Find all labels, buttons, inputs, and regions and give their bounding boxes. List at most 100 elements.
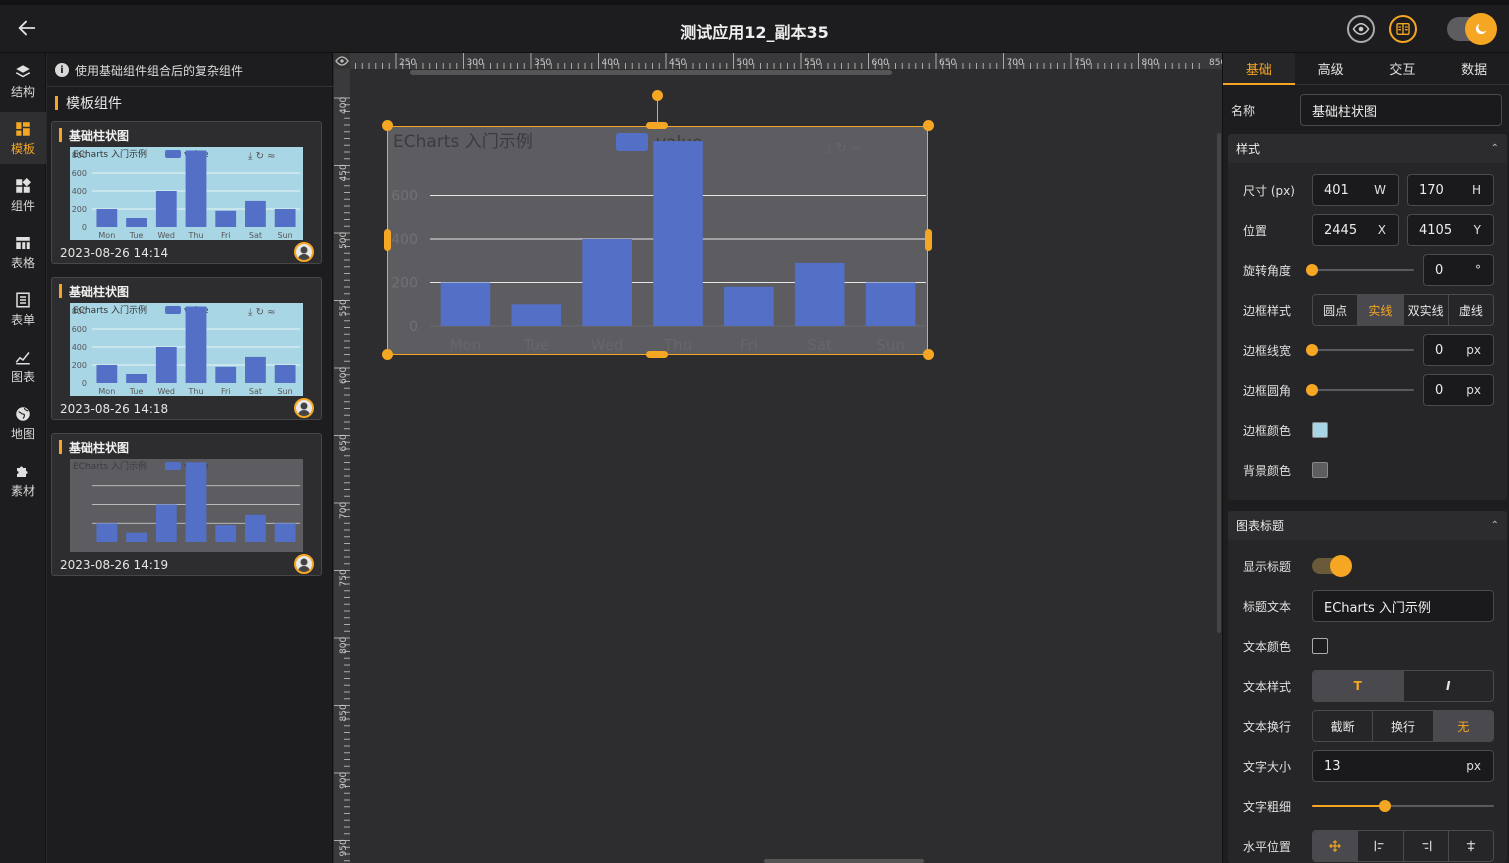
preview-eye-button[interactable] (1347, 15, 1375, 43)
align-middle-option[interactable] (1449, 831, 1493, 861)
vertical-scrollbar[interactable] (1217, 133, 1221, 633)
resize-handle-bl[interactable] (382, 349, 393, 360)
resize-handle-left[interactable] (384, 229, 391, 251)
layout-button[interactable] (1389, 15, 1417, 43)
ruler-corner[interactable] (334, 53, 350, 69)
selected-chart-component[interactable]: ECharts 入门示例value⤓ ↻ ≈0200400600MonTueWe… (387, 126, 928, 355)
size-label: 尺寸 (px) (1243, 183, 1295, 198)
font-weight-slider[interactable] (1312, 800, 1494, 812)
style-group-header[interactable]: 样式 ⌃ (1228, 134, 1507, 163)
card-title: 基础柱状图 (59, 127, 129, 143)
thumb-x-tick: Sun (278, 231, 293, 240)
tab-advanced[interactable]: 高级 (1295, 53, 1367, 84)
thumb-y-tick: 400 (72, 343, 87, 352)
ruler-label: 250 (399, 58, 416, 68)
thumb-bar (215, 366, 237, 383)
thumb-toolbox: ⤓ ↻ ≈ (248, 151, 276, 162)
align-right-option[interactable] (1404, 831, 1449, 861)
ruler-label: 900 (339, 772, 349, 789)
resize-handle-top[interactable] (646, 122, 668, 129)
tab-data[interactable]: 数据 (1438, 53, 1509, 84)
rail-item-components[interactable]: 组件 (0, 169, 46, 221)
height-input[interactable]: 170 H (1407, 174, 1494, 206)
bg-color-swatch[interactable] (1312, 462, 1328, 478)
resize-handle-br[interactable] (923, 349, 934, 360)
show-title-toggle[interactable] (1312, 555, 1352, 577)
legend-swatch (616, 133, 648, 151)
template-card[interactable]: 基础柱状图 ECharts 入门示例value⤓ ↻ ≈020040060080… (51, 277, 322, 420)
wrap-break-option[interactable]: 换行 (1373, 711, 1434, 741)
text-color-swatch[interactable] (1312, 638, 1328, 654)
font-size-input[interactable]: 13 px (1312, 750, 1494, 782)
thumbnail-chart: ECharts 入门示例value⤓ ↻ ≈0200400600800MonTu… (70, 147, 303, 240)
card-title-text: 基础柱状图 (69, 440, 130, 455)
group-title: 样式 (1236, 142, 1261, 156)
border-width-input[interactable]: 0 px (1423, 334, 1494, 366)
resize-handle-tl[interactable] (382, 120, 393, 131)
border-radius-slider[interactable] (1306, 384, 1414, 396)
text-color-label: 文本颜色 (1243, 639, 1292, 654)
title-text-input[interactable]: ECharts 入门示例 (1312, 590, 1494, 622)
rail-item-material[interactable]: 素材 (0, 454, 46, 506)
vertical-ruler[interactable]: 400 450 500 550 600 650 700 750 800 850 900 950 (334, 69, 350, 863)
border-double-option[interactable]: 双实线 (1404, 295, 1449, 325)
rail-item-chart[interactable]: 图表 (0, 340, 46, 392)
puzzle-icon (17, 466, 28, 477)
wrap-none-option[interactable]: 无 (1433, 711, 1493, 741)
design-canvas[interactable]: 250300350400450500550600650700750800850 … (334, 53, 1222, 863)
divider (47, 86, 333, 87)
resize-handle-right[interactable] (925, 229, 932, 251)
tab-basic[interactable]: 基础 (1223, 53, 1295, 85)
rail-item-form[interactable]: 表单 (0, 283, 46, 335)
border-color-swatch[interactable] (1312, 422, 1328, 438)
border-solid-option[interactable]: 实线 (1358, 295, 1404, 325)
x-input[interactable]: 2445 X (1312, 214, 1399, 246)
italic-option[interactable]: I (1404, 671, 1494, 701)
align-center-option[interactable] (1313, 831, 1359, 861)
bar (511, 304, 562, 326)
accent-bar (59, 284, 62, 298)
rail-item-table[interactable]: 表格 (0, 226, 46, 278)
rail-item-template[interactable]: 模板 (0, 112, 46, 164)
accent-bar (55, 96, 58, 110)
thumb-x-tick: Fri (221, 387, 231, 396)
theme-toggle[interactable] (1447, 13, 1497, 45)
rotation-input[interactable]: 0 ° (1423, 254, 1494, 286)
rotate-handle[interactable] (652, 90, 663, 101)
name-input[interactable]: 基础柱状图 (1300, 94, 1502, 126)
rotation-row: 旋转角度 0 ° (1223, 254, 1509, 286)
rail-item-map[interactable]: 地图 (0, 397, 46, 449)
chart-title-group-header[interactable]: 图表标题 ⌃ (1228, 511, 1507, 540)
border-dashed-option[interactable]: 虚线 (1449, 295, 1493, 325)
border-width-slider[interactable] (1306, 344, 1414, 356)
thumb-bar (245, 514, 266, 542)
y-unit: Y (1473, 223, 1481, 237)
border-radius-input[interactable]: 0 px (1423, 374, 1494, 406)
template-card[interactable]: 基础柱状图 ECharts 入门示例value⤓ ↻ ≈020040060080… (51, 121, 322, 264)
tab-interaction[interactable]: 交互 (1367, 53, 1439, 84)
thumb-bar (215, 210, 237, 227)
horizontal-scrollbar[interactable] (410, 70, 892, 75)
template-card[interactable]: 基础柱状图 ECharts 入门示例value 2023-08-26 14:19 (51, 433, 322, 576)
thumb-bar (126, 218, 147, 227)
tip-text: 使用基础组件组合后的复杂组件 (75, 63, 244, 78)
thumb-bar (274, 209, 296, 227)
align-left-option[interactable] (1358, 831, 1404, 861)
border-width-value: 0 (1435, 342, 1444, 358)
border-dotted-option[interactable]: 圆点 (1313, 295, 1359, 325)
font-weight-row: 文字粗细 (1223, 790, 1509, 822)
bottom-scrollbar[interactable] (764, 859, 924, 863)
ruler-label: 650 (939, 58, 956, 68)
horizontal-ruler[interactable]: 250 300 350 400 450 500 550 600 650 700 750 800 850 (350, 53, 1222, 69)
wrap-truncate-option[interactable]: 截断 (1313, 711, 1374, 741)
properties-tabs: 基础 高级 交互 数据 (1223, 53, 1509, 85)
y-input[interactable]: 4105 Y (1407, 214, 1494, 246)
card-title-text: 基础柱状图 (69, 284, 130, 299)
bold-option[interactable]: T (1313, 671, 1404, 701)
width-input[interactable]: 401 W (1312, 174, 1399, 206)
width-unit: W (1374, 183, 1386, 197)
rail-item-structure[interactable]: 结构 (0, 55, 46, 107)
resize-handle-bottom[interactable] (646, 351, 668, 358)
rotation-slider[interactable] (1306, 264, 1414, 276)
resize-handle-tr[interactable] (923, 120, 934, 131)
